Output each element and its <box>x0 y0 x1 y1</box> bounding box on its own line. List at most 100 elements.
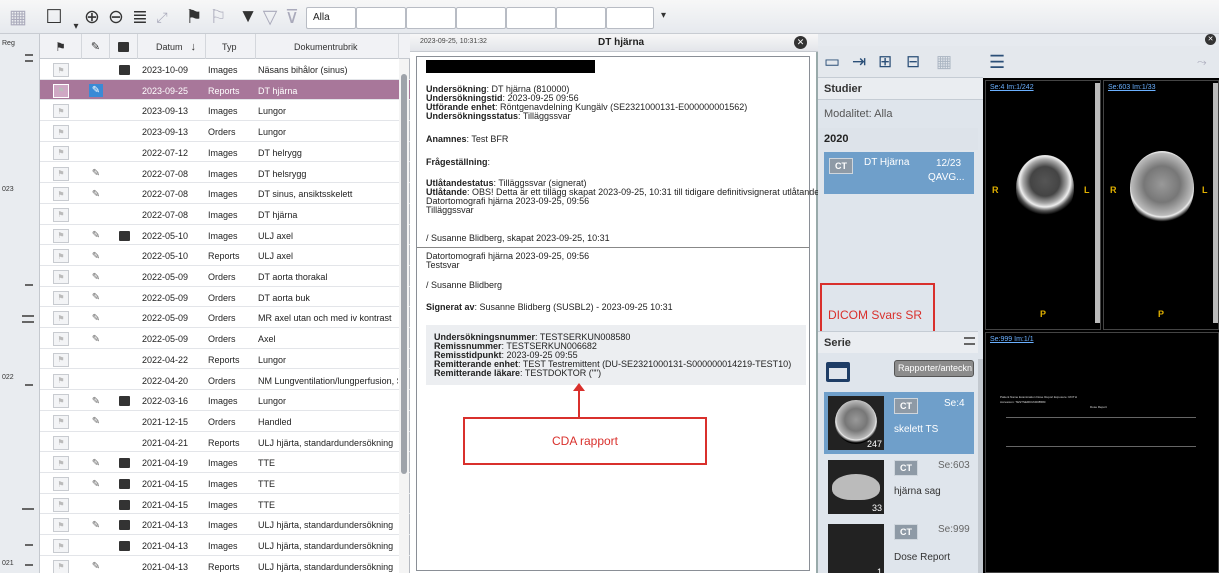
layout-grid-icon[interactable]: ⊞ <box>878 52 892 72</box>
table-row[interactable]: ⚑ ✎ 2022-03-16 Images Lungor <box>40 390 410 411</box>
viewport-scrollbar[interactable] <box>1095 83 1100 323</box>
report-calendar-icon[interactable] <box>826 362 850 382</box>
flag-icon[interactable]: ⚑ <box>53 373 69 388</box>
reports-notes-button[interactable]: Rapporter/anteckn <box>894 360 974 377</box>
flag-icon[interactable]: ⚑ <box>182 5 206 29</box>
study-card[interactable]: CT DT Hjärna 12/23 QAVG... <box>824 152 974 194</box>
table-row[interactable]: ⚑ ✎ 2022-05-10 Reports ULJ axel <box>40 245 410 266</box>
filter-icon[interactable]: ▼ <box>236 5 260 29</box>
flag-cell[interactable]: ⚑ <box>40 370 82 392</box>
paperclip-icon[interactable]: ✎ <box>92 251 100 262</box>
table-row[interactable]: ⚑ 2022-04-20 Orders NM Lungventilation/lung… <box>40 370 410 391</box>
flag-cell[interactable]: ⚑ <box>40 121 82 143</box>
flag-cell[interactable]: ⚑ <box>40 494 82 516</box>
image-column-header[interactable] <box>110 34 138 59</box>
table-row[interactable]: ⚑ 2022-04-22 Reports Lungor <box>40 349 410 370</box>
flag-cell[interactable]: ⚑ <box>40 411 82 433</box>
flag-cell[interactable]: ⚑ <box>40 266 82 288</box>
flag-icon[interactable]: ⚑ <box>53 497 69 512</box>
table-row[interactable]: ⚑ 2022-07-08 Images DT hjärna <box>40 204 410 225</box>
flag-cell[interactable]: ⚑ <box>40 535 82 557</box>
table-row[interactable]: ⚑ ✎ 2022-05-10 Images ULJ axel <box>40 225 410 246</box>
close-icon[interactable]: ✕ <box>1205 34 1216 45</box>
flag-cell[interactable]: ⚑ <box>40 349 82 371</box>
menu-icon[interactable] <box>964 337 975 345</box>
grid-icon[interactable]: ▦ <box>6 5 30 29</box>
image-icon[interactable] <box>118 479 130 489</box>
flag-icon[interactable]: ⚑ <box>53 83 69 98</box>
flag-cell[interactable]: ⚑ <box>40 473 82 495</box>
flag-cell[interactable]: ⚑ <box>40 556 82 573</box>
layout-single-icon[interactable]: ▭ <box>824 52 840 72</box>
flag-icon[interactable]: ⚑ <box>53 477 69 491</box>
flag-icon[interactable]: ⚑ <box>53 249 69 264</box>
image-icon[interactable] <box>118 520 130 531</box>
flag-cell[interactable]: ⚑ <box>40 142 82 164</box>
paperclip-icon[interactable]: ✎ <box>92 520 100 531</box>
table-row[interactable]: ⚑ 2021-04-21 Reports ULJ hjärta, standardun… <box>40 432 410 453</box>
flag-cell[interactable]: ⚑ <box>40 390 82 412</box>
flag-icon[interactable]: ⚑ <box>53 63 69 77</box>
table-row[interactable]: ⚑ ✎ 2022-05-09 Orders DT aorta thorakal <box>40 266 410 287</box>
timeline-strip[interactable]: Reg 023 022 021 <box>0 34 40 573</box>
flag-cell[interactable]: ⚑ <box>40 100 82 122</box>
table-row[interactable]: ⚑ ✎ 2022-05-09 Orders Axel <box>40 328 410 349</box>
paperclip-icon[interactable]: ✎ <box>92 479 100 490</box>
image-icon[interactable] <box>118 396 130 407</box>
flag-icon[interactable]: ⚑ <box>53 414 69 429</box>
flag-cell[interactable]: ⚑ <box>40 225 82 247</box>
filter-dropdown-icon[interactable]: ▾ <box>661 10 666 21</box>
flag-clear-icon[interactable]: ⚐ <box>206 5 230 29</box>
image-icon[interactable] <box>118 541 130 552</box>
flag-icon[interactable]: ⚑ <box>53 559 69 573</box>
flag-column-header[interactable]: ⚑ <box>40 34 82 59</box>
paperclip-icon[interactable]: ✎ <box>92 313 100 324</box>
flag-cell[interactable]: ⚑ <box>40 514 82 536</box>
flag-icon[interactable]: ⚑ <box>53 332 69 347</box>
table-row[interactable]: ⚑ 2023-09-13 Images Lungor <box>40 100 410 122</box>
viewport-3[interactable]: Se:999 Im:1/1 Patient Name Examination D… <box>985 332 1219 573</box>
table-row[interactable]: ⚑ ✎ 2021-04-15 Images TTE <box>40 473 410 494</box>
paperclip-icon[interactable]: ✎ <box>92 416 100 427</box>
flag-icon[interactable]: ⚑ <box>53 456 69 471</box>
flag-cell[interactable]: ⚑ <box>40 245 82 267</box>
flag-cell[interactable]: ⚑ <box>40 163 82 185</box>
frame-select-icon[interactable]: ☐ <box>42 5 66 29</box>
flag-cell[interactable]: ⚑ <box>40 204 82 226</box>
date-column-header[interactable]: Datum ↓ <box>138 34 206 59</box>
tool-icon[interactable]: ⤳ <box>1197 55 1207 70</box>
table-row[interactable]: ⚑ 2023-09-13 Orders Lungor <box>40 121 410 142</box>
paperclip-icon[interactable]: ✎ <box>92 230 100 241</box>
zoom-out-icon[interactable]: ⊖ <box>104 5 128 29</box>
attachment-column-header[interactable]: ✎ <box>82 34 110 59</box>
filter-field-6[interactable] <box>556 7 606 29</box>
flag-icon[interactable]: ⚑ <box>53 166 69 181</box>
paperclip-icon[interactable]: ✎ <box>92 292 100 303</box>
table-row[interactable]: ⚑ 2023-10-09 Images Näsans bihålor (sinus) <box>40 59 410 80</box>
paperclip-icon[interactable]: ✎ <box>92 334 100 345</box>
flag-icon[interactable]: ⚑ <box>53 311 69 326</box>
table-row[interactable]: ⚑ 2021-04-13 Images ULJ hjärta, standardund… <box>40 535 410 556</box>
image-icon[interactable] <box>118 458 130 469</box>
document-list-scroll-thumb[interactable] <box>401 74 407 474</box>
flag-icon[interactable]: ⚑ <box>53 125 69 140</box>
flag-icon[interactable]: ⚑ <box>53 290 69 305</box>
type-column-header[interactable]: Typ <box>206 34 256 59</box>
flag-icon[interactable]: ⚑ <box>53 518 69 533</box>
paperclip-icon[interactable]: ✎ <box>92 189 100 200</box>
filter-image-icon[interactable]: ▽ <box>258 5 282 29</box>
filter-all-field[interactable]: Alla <box>306 7 356 29</box>
modality-filter[interactable]: Modalitet: Alla <box>824 108 892 120</box>
menu-icon[interactable]: ☰ <box>989 52 1005 73</box>
filter-clear-icon[interactable]: ⊽ <box>280 5 304 29</box>
table-row[interactable]: ⚑ 2022-07-12 Images DT helrygg <box>40 142 410 163</box>
table-row[interactable]: ⚑ ✎ 2021-04-19 Images TTE <box>40 452 410 473</box>
filter-field-3[interactable] <box>406 7 456 29</box>
flag-cell[interactable]: ⚑ <box>40 328 82 350</box>
flag-cell[interactable]: ⚑ <box>40 183 82 205</box>
layout-custom-icon[interactable]: ⊟ <box>906 52 920 72</box>
image-icon[interactable] <box>118 65 130 75</box>
filter-field-7[interactable] <box>606 7 654 29</box>
filter-field-5[interactable] <box>506 7 556 29</box>
series-card[interactable]: 33 CT Se:603 hjärna sag <box>824 456 974 518</box>
